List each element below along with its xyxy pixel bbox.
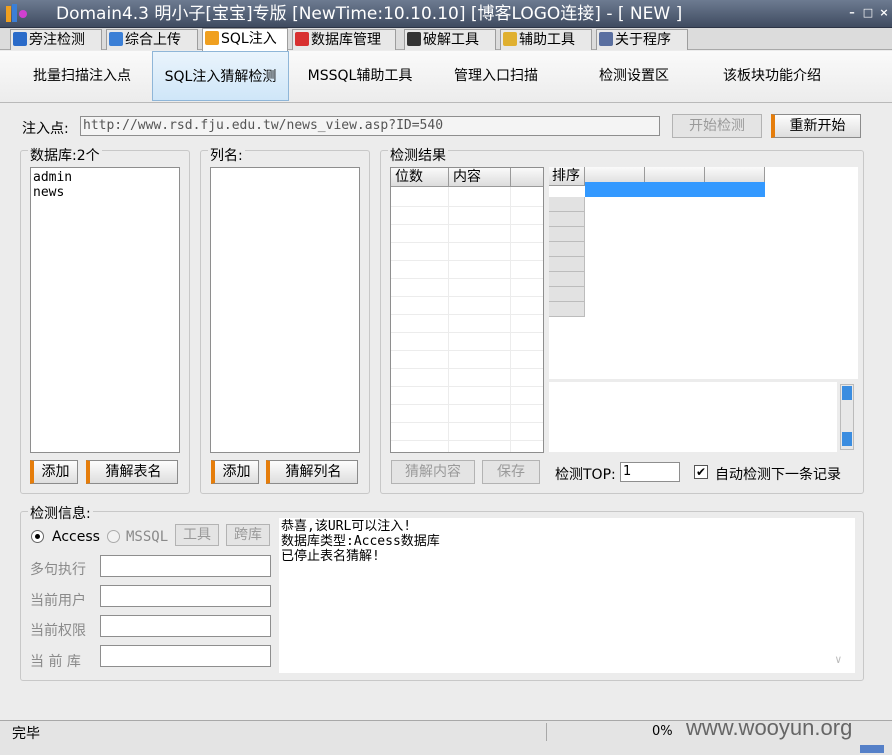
tab-db-manage[interactable]: 数据库管理 (292, 29, 396, 50)
tab-aux-tools[interactable]: 辅助工具 (500, 29, 592, 50)
log-line: 已停止表名猜解! (281, 549, 380, 564)
database-label: 数据库:2个 (28, 145, 102, 165)
add-table-button[interactable]: 添加 (30, 460, 78, 484)
sub-tab-bar: 批量扫描注入点 SQL注入猜解检测 MSSQL辅助工具 管理入口扫描 检测设置区… (0, 51, 892, 103)
resize-grip[interactable] (860, 745, 884, 753)
multi-exec-field[interactable] (100, 555, 271, 577)
top-label: 检测TOP: (555, 467, 616, 483)
main-tab-bar: 旁注检测 综合上传 SQL注入 数据库管理 破解工具 辅助工具 关于程序 (0, 28, 892, 51)
current-db-field[interactable] (100, 645, 271, 667)
radio-mssql-label: MSSQL (126, 529, 169, 545)
guess-columns-button[interactable]: 猜解列名 (266, 460, 358, 484)
results-grid[interactable]: 位数 内容 (390, 167, 544, 453)
subtab-sql-guess[interactable]: SQL注入猜解检测 (152, 51, 289, 101)
chart-icon (109, 32, 123, 46)
tab-side-injection[interactable]: 旁注检测 (10, 29, 102, 50)
current-user-field[interactable] (100, 585, 271, 607)
log-textarea[interactable]: 恭喜,该URL可以注入! 数据库类型:Access数据库 已停止表名猜解! ∨ (279, 518, 855, 673)
search-doc-icon (205, 31, 219, 45)
sort-grid[interactable]: 排序 (549, 167, 858, 379)
keyboard-icon (407, 32, 421, 46)
current-user-label: 当前用户 (30, 593, 86, 609)
list-item[interactable]: admin (33, 170, 177, 185)
guess-content-button[interactable]: 猜解内容 (391, 460, 475, 484)
info-label: 检测信息: (28, 503, 93, 523)
inject-url-input[interactable]: http://www.rsd.fju.edu.tw/news_view.asp?… (80, 116, 660, 136)
auto-detect-label: 自动检测下一条记录 (715, 467, 841, 483)
close-button[interactable]: × (876, 5, 892, 21)
restart-button[interactable]: 重新开始 (771, 114, 861, 138)
list-item[interactable]: news (33, 185, 177, 200)
grid-header-position[interactable]: 位数 (391, 168, 449, 187)
subtab-settings[interactable]: 检测设置区 (566, 51, 702, 101)
radio-mssql[interactable] (107, 530, 120, 543)
book-icon (599, 32, 613, 46)
grid-header-content[interactable]: 内容 (449, 168, 511, 187)
detail-scrollbar[interactable] (840, 384, 854, 450)
tab-crack-tools[interactable]: 破解工具 (404, 29, 496, 50)
tab-upload[interactable]: 综合上传 (106, 29, 198, 50)
status-bar: 完毕 0% www.wooyun.org (0, 715, 892, 755)
clipboard-icon (503, 32, 517, 46)
start-detect-button[interactable]: 开始检测 (672, 114, 762, 138)
tab-about[interactable]: 关于程序 (596, 29, 688, 50)
database-list[interactable]: admin news (30, 167, 180, 453)
auto-detect-checkbox[interactable]: ✔ (694, 465, 708, 479)
radio-access-label: Access (52, 529, 100, 545)
subtab-mssql-tools[interactable]: MSSQL辅助工具 (292, 51, 428, 101)
radio-access[interactable] (31, 530, 44, 543)
guess-tables-button[interactable]: 猜解表名 (86, 460, 178, 484)
grid-header-extra (511, 168, 543, 187)
columns-label: 列名: (208, 145, 245, 165)
columns-list[interactable] (210, 167, 360, 453)
scroll-up-icon[interactable] (842, 386, 852, 400)
results-label: 检测结果 (388, 145, 448, 165)
scroll-down-icon[interactable] (842, 432, 852, 446)
subtab-batch-scan[interactable]: 批量扫描注入点 (14, 51, 150, 101)
multi-exec-label: 多句执行 (30, 562, 86, 578)
grid-header-sort[interactable]: 排序 (549, 167, 585, 186)
current-privilege-label: 当前权限 (30, 623, 86, 639)
tab-sql-injection[interactable]: SQL注入 (202, 28, 288, 51)
selected-row[interactable] (585, 182, 765, 197)
status-text: 完毕 (12, 726, 40, 742)
app-icon (6, 4, 27, 22)
window-title: Domain4.3 明小子[宝宝]专版 [NewTime:10.10.10] [… (56, 4, 683, 24)
save-button[interactable]: 保存 (482, 460, 540, 484)
top-input[interactable]: 1 (620, 462, 680, 482)
chevron-down-icon[interactable]: ∨ (835, 652, 842, 667)
minimize-button[interactable]: – (844, 5, 860, 21)
result-detail-area[interactable] (549, 382, 837, 452)
progress-text: 0% (652, 724, 673, 739)
cross-db-button[interactable]: 跨库 (226, 524, 270, 546)
add-column-button[interactable]: 添加 (211, 460, 259, 484)
subtab-help[interactable]: 该板块功能介绍 (702, 51, 842, 101)
log-line: 数据库类型:Access数据库 (281, 534, 440, 549)
title-bar: Domain4.3 明小子[宝宝]专版 [NewTime:10.10.10] [… (0, 0, 892, 28)
maximize-button[interactable]: □ (860, 5, 876, 21)
current-db-label: 当 前 库 (30, 654, 81, 670)
log-line: 恭喜,该URL可以注入! (281, 519, 412, 534)
current-privilege-field[interactable] (100, 615, 271, 637)
watermark-text: www.wooyun.org (686, 715, 853, 740)
database-icon (295, 32, 309, 46)
subtab-admin-scan[interactable]: 管理入口扫描 (428, 51, 564, 101)
inject-label: 注入点: (22, 121, 69, 137)
tool-button[interactable]: 工具 (175, 524, 219, 546)
magnifier-icon (13, 32, 27, 46)
